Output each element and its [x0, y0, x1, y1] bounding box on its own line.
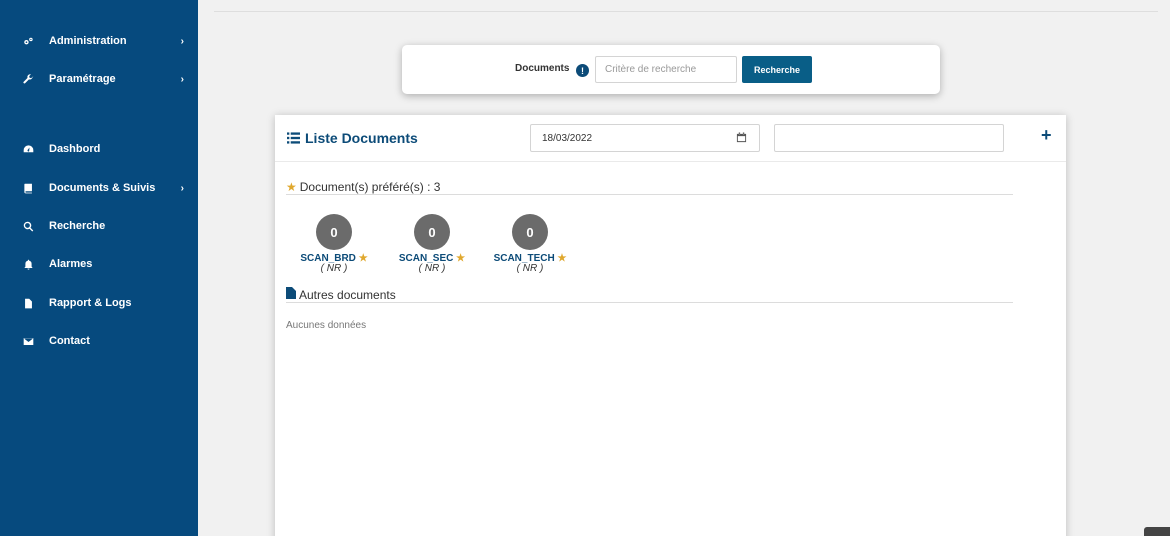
- envelope-icon: [21, 334, 35, 348]
- count-badge: 0: [512, 214, 548, 250]
- page-title: Liste Documents: [287, 130, 418, 146]
- sidebar-item-contact[interactable]: Contact: [0, 327, 198, 355]
- list-header: Liste Documents 18/03/2022 +: [275, 115, 1066, 162]
- chevron-right-icon: ›: [180, 35, 184, 47]
- file-icon: [286, 287, 299, 302]
- search-icon: [21, 219, 35, 233]
- date-field[interactable]: 18/03/2022: [530, 124, 760, 152]
- divider: [286, 302, 1013, 303]
- wrench-icon: [21, 72, 35, 86]
- sidebar-item-rapport-logs[interactable]: Rapport & Logs: [0, 289, 198, 317]
- corner-widget: [1144, 527, 1170, 536]
- empty-state: Aucunes données: [286, 320, 367, 331]
- favorites-title-text: Document(s) préféré(s) : 3: [299, 180, 441, 194]
- star-icon: ★: [358, 253, 368, 264]
- date-value: 18/03/2022: [542, 132, 593, 144]
- favorite-document[interactable]: 0 SCAN_SEC ★ ( NR ): [392, 214, 472, 274]
- star-icon: ★: [456, 253, 466, 264]
- info-icon[interactable]: !: [576, 64, 589, 77]
- document-status: ( NR ): [320, 263, 348, 274]
- sidebar-item-documents-suivis[interactable]: Documents & Suivis ›: [0, 174, 198, 202]
- search-label: Documents: [515, 63, 570, 74]
- sidebar: Administration › Paramétrage › Dashbord …: [0, 0, 198, 536]
- sidebar-item-label: Dashbord: [49, 143, 101, 155]
- count-badge: 0: [414, 214, 450, 250]
- count-badge: 0: [316, 214, 352, 250]
- favorite-document[interactable]: 0 SCAN_BRD ★ ( NR ): [294, 214, 374, 274]
- sidebar-item-parametrage[interactable]: Paramétrage ›: [0, 65, 198, 93]
- sidebar-item-alarmes[interactable]: Alarmes: [0, 250, 198, 278]
- chevron-right-icon: ›: [180, 73, 184, 85]
- sidebar-item-recherche[interactable]: Recherche: [0, 212, 198, 240]
- bell-icon: [21, 257, 35, 271]
- book-icon: [21, 181, 35, 195]
- sidebar-item-label: Paramétrage: [49, 73, 116, 85]
- documents-list-panel: Liste Documents 18/03/2022 + ★ Document(…: [275, 115, 1066, 536]
- search-button[interactable]: Recherche: [742, 56, 812, 83]
- sidebar-item-label: Rapport & Logs: [49, 297, 132, 309]
- sidebar-item-administration[interactable]: Administration ›: [0, 27, 198, 55]
- star-icon: ★: [286, 180, 297, 194]
- search-panel: Documents ! Recherche: [402, 45, 940, 94]
- sidebar-item-label: Documents & Suivis: [49, 182, 156, 194]
- star-icon: ★: [557, 253, 567, 264]
- sidebar-item-label: Recherche: [49, 220, 106, 232]
- divider: [214, 11, 1158, 12]
- sidebar-item-label: Administration: [49, 35, 127, 47]
- search-input[interactable]: [595, 56, 737, 83]
- list-title-text: Liste Documents: [305, 130, 418, 146]
- other-documents-title-text: Autres documents: [299, 287, 396, 302]
- dashboard-icon: [21, 142, 35, 156]
- sidebar-item-label: Alarmes: [49, 258, 93, 270]
- add-document-button[interactable]: +: [1041, 125, 1052, 146]
- sidebar-item-dashbord[interactable]: Dashbord: [0, 135, 198, 163]
- file-icon: [21, 296, 35, 310]
- document-status: ( NR ): [418, 263, 446, 274]
- filter-field[interactable]: [774, 124, 1004, 152]
- other-documents-title: Autres documents: [286, 287, 396, 302]
- gears-icon: [21, 34, 35, 48]
- favorites-title: ★ Document(s) préféré(s) : 3: [286, 180, 440, 194]
- divider: [286, 194, 1013, 195]
- favorite-document[interactable]: 0 SCAN_TECH ★ ( NR ): [490, 214, 570, 274]
- chevron-right-icon: ›: [180, 182, 184, 194]
- document-status: ( NR ): [516, 263, 544, 274]
- sidebar-item-label: Contact: [49, 335, 90, 347]
- calendar-icon[interactable]: [736, 132, 747, 143]
- list-icon: [287, 132, 300, 144]
